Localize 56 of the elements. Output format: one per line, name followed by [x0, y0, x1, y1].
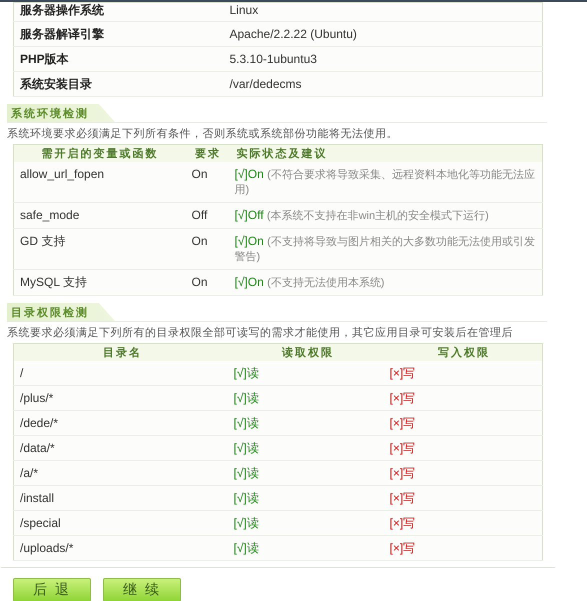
table-cell: /plus/* — [20, 391, 54, 405]
back-button[interactable]: 后 退 — [13, 578, 91, 601]
status-text: [√]On (不符合要求将导致采集、远程资料本地化等功能无法应用) — [234, 167, 535, 196]
write-status: [×]写 — [390, 366, 416, 380]
column-header: 写入权限 — [438, 347, 490, 359]
read-status: [√]读 — [234, 416, 259, 430]
table-cell: /a/* — [20, 466, 38, 480]
column-header: 目录名 — [102, 347, 142, 359]
column-header: 需开启的变量或函数 — [41, 148, 158, 160]
table-cell: MySQL 支持 — [20, 275, 87, 289]
table-cell: /data/* — [20, 441, 55, 455]
info-value: /var/dedecms — [230, 77, 302, 91]
write-status: [×]写 — [390, 441, 416, 455]
read-status: [√]读 — [234, 466, 259, 480]
section-header: 系统环境检测 — [7, 104, 115, 122]
write-status: [×]写 — [390, 466, 416, 480]
table-cell: safe_mode — [20, 208, 80, 222]
read-status: [√]读 — [234, 491, 259, 505]
table-cell: /install — [20, 491, 54, 505]
column-header: 读取权限 — [282, 347, 334, 359]
read-status: [√]读 — [234, 391, 259, 405]
table-cell: Off — [192, 208, 208, 222]
read-status: [√]读 — [234, 516, 259, 530]
info-label: 服务器解译引擎 — [20, 27, 104, 41]
info-value: 5.3.10-1ubuntu3 — [230, 52, 317, 66]
write-status: [×]写 — [390, 516, 416, 530]
section-description: 系统要求必须满足下列所有的目录权限全部可读写的需求才能使用，其它应用目录可安装后在管理后 — [7, 326, 514, 340]
table-cell: /dede/* — [20, 416, 58, 430]
section-description: 系统环境要求必须满足下列所有条件，否则系统或系统部份功能将无法使用。 — [7, 126, 399, 141]
section-header: 目录权限检测 — [7, 303, 115, 321]
info-value: Linux — [230, 3, 258, 17]
continue-button[interactable]: 继 续 — [103, 578, 181, 601]
info-value: Apache/2.2.22 (Ubuntu) — [230, 27, 357, 41]
write-status: [×]写 — [390, 491, 416, 505]
table-cell: allow_url_fopen — [20, 167, 104, 181]
status-text: [√]On (不支持无法使用本系统) — [234, 275, 384, 289]
table-cell: On — [192, 234, 208, 248]
table-cell: On — [192, 167, 208, 181]
write-status: [×]写 — [390, 416, 416, 430]
info-label: 服务器操作系统 — [20, 3, 104, 17]
status-text: [√]Off (本系统不支持在非win主机的安全模式下运行) — [234, 208, 489, 222]
read-status: [√]读 — [234, 541, 259, 555]
table-cell: /special — [20, 516, 61, 530]
read-status: [√]读 — [234, 441, 259, 455]
write-status: [×]写 — [390, 541, 416, 555]
table-cell: GD 支持 — [20, 234, 66, 248]
table-cell: On — [192, 275, 208, 289]
table-cell: / — [20, 366, 24, 380]
info-label: 系统安装目录 — [20, 77, 92, 91]
read-status: [√]读 — [234, 366, 259, 380]
info-label: PHP版本 — [20, 52, 69, 66]
column-header: 要求 — [195, 148, 221, 160]
table-cell: /uploads/* — [20, 541, 74, 555]
write-status: [×]写 — [390, 391, 416, 405]
column-header: 实际状态及建议 — [236, 148, 328, 160]
status-text: [√]On (不支持将导致与图片相关的大多数功能无法使用或引发警告) — [234, 234, 535, 263]
